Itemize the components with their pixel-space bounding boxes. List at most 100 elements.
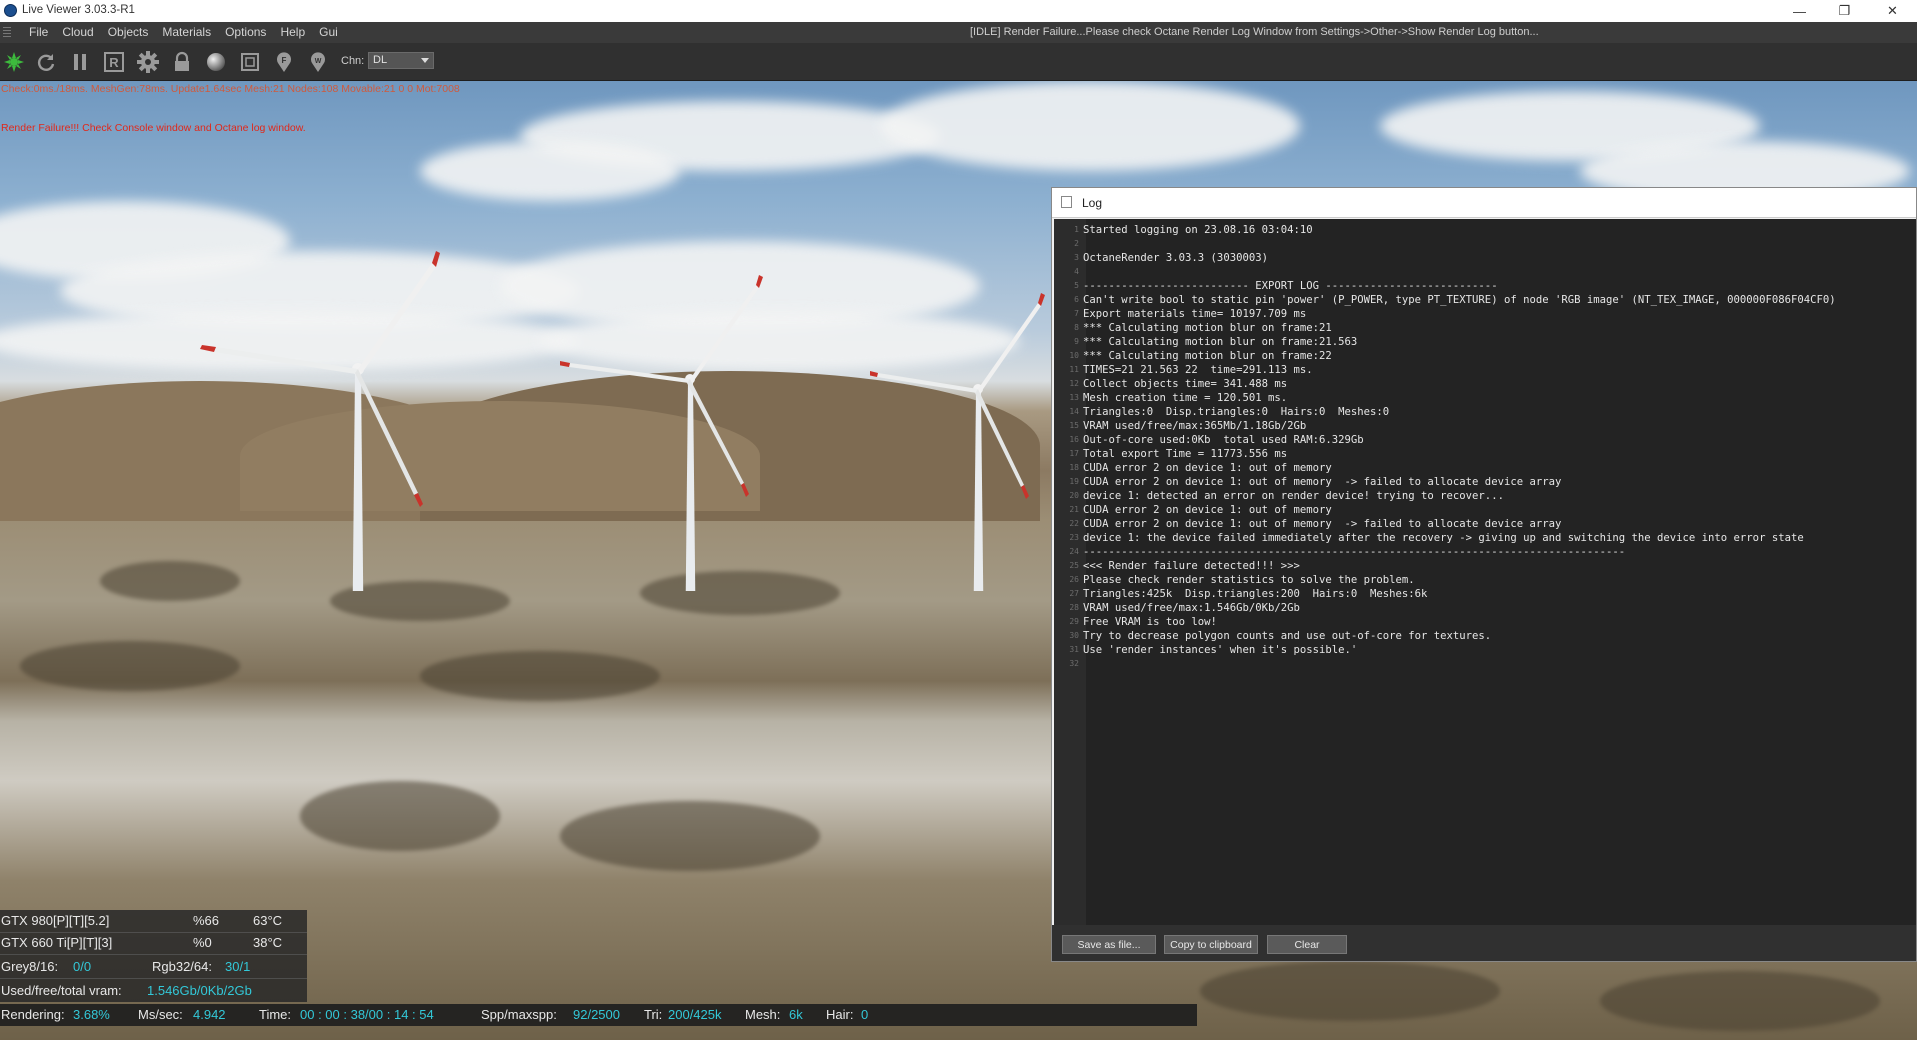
log-line-text: Total export Time = 11773.556 ms bbox=[1083, 448, 1288, 460]
toolbar: R F W Chn: DL bbox=[0, 43, 1917, 81]
log-line-text: Free VRAM is too low! bbox=[1083, 616, 1217, 628]
wind-turbine bbox=[200, 251, 440, 591]
copy-to-clipboard-button[interactable]: Copy to clipboard bbox=[1164, 935, 1258, 954]
log-line-text: *** Calculating motion blur on frame:22 bbox=[1083, 350, 1332, 362]
log-title: Log bbox=[1082, 196, 1103, 210]
log-line: 32 bbox=[1054, 657, 1836, 671]
mesh-value: 6k bbox=[789, 1007, 803, 1022]
clear-button[interactable]: Clear bbox=[1267, 935, 1347, 954]
log-line-text: CUDA error 2 on device 1: out of memory … bbox=[1083, 518, 1562, 530]
log-line: 27 Triangles:425k Disp.triangles:200 Hair… bbox=[1054, 587, 1836, 601]
line-number: 8 bbox=[1074, 323, 1079, 332]
log-line: 3 OctaneRender 3.03.3 (3030003) bbox=[1054, 251, 1836, 265]
document-icon bbox=[1061, 196, 1072, 208]
log-line-text: device 1: detected an error on render de… bbox=[1083, 490, 1504, 502]
log-text-area[interactable]: 1 Started logging on 23.08.16 03:04:10 2 3 O… bbox=[1054, 219, 1916, 925]
line-number: 25 bbox=[1069, 561, 1079, 570]
log-line-text: CUDA error 2 on device 1: out of memory bbox=[1083, 462, 1332, 474]
line-number: 6 bbox=[1074, 295, 1079, 304]
channel-select[interactable]: DL bbox=[368, 52, 434, 69]
menu-file[interactable]: File bbox=[22, 25, 55, 39]
status-message: [IDLE] Render Failure...Please check Oct… bbox=[970, 26, 1539, 38]
material-ball-icon[interactable] bbox=[204, 50, 228, 74]
pause-icon[interactable] bbox=[68, 50, 92, 74]
menu-materials[interactable]: Materials bbox=[155, 25, 218, 39]
title-bar: Live Viewer 3.03.3-R1 — ❐ ✕ bbox=[0, 0, 1917, 22]
gpu-utilization: %66 bbox=[193, 913, 220, 928]
rgb-label: Rgb32/64: bbox=[152, 959, 212, 974]
line-number: 31 bbox=[1069, 645, 1079, 654]
region-render-icon[interactable]: R bbox=[102, 50, 126, 74]
pick-white-balance-icon[interactable]: W bbox=[306, 50, 330, 74]
wind-turbine bbox=[560, 275, 763, 591]
log-line: 5 -------------------------- EXPORT LOG -… bbox=[1054, 279, 1836, 293]
vram-label: Used/free/total vram: bbox=[1, 983, 122, 998]
log-line-text: <<< Render failure detected!!! >>> bbox=[1083, 560, 1300, 572]
log-line: 17 Total export Time = 11773.556 ms bbox=[1054, 447, 1836, 461]
line-number: 28 bbox=[1069, 603, 1079, 612]
minimize-button[interactable]: — bbox=[1777, 0, 1822, 22]
gpu-temperature: 63°C bbox=[253, 913, 283, 928]
log-line: 1 Started logging on 23.08.16 03:04:10 bbox=[1054, 223, 1836, 237]
log-line-text: Try to decrease polygon counts and use o… bbox=[1083, 630, 1492, 642]
log-line-text: Use 'render instances' when it's possibl… bbox=[1083, 644, 1358, 656]
log-line-text: Export materials time= 10197.709 ms bbox=[1083, 308, 1307, 320]
log-line-text: VRAM used/free/max:1.546Gb/0Kb/2Gb bbox=[1083, 602, 1300, 614]
log-line-text: Triangles:425k Disp.triangles:200 Hairs:… bbox=[1083, 588, 1428, 600]
gpu-stats-panel: GTX 980[P][T][5.2] %66 63°C GTX 660 Ti[P… bbox=[0, 910, 307, 1002]
menu-gui[interactable]: Gui bbox=[312, 25, 345, 39]
grip-handle-icon bbox=[3, 27, 11, 38]
log-line: 19 CUDA error 2 on device 1: out of memor… bbox=[1054, 475, 1836, 489]
log-line-text: Started logging on 23.08.16 03:04:10 bbox=[1083, 224, 1313, 236]
shrub bbox=[420, 651, 660, 701]
menu-cloud[interactable]: Cloud bbox=[55, 25, 100, 39]
clay-mode-icon[interactable] bbox=[238, 50, 262, 74]
line-number: 15 bbox=[1069, 421, 1079, 430]
line-number: 20 bbox=[1069, 491, 1079, 500]
svg-text:F: F bbox=[282, 56, 287, 65]
line-number: 13 bbox=[1069, 393, 1079, 402]
refresh-icon[interactable] bbox=[34, 50, 58, 74]
log-line: 6 Can't write bool to static pin 'power' … bbox=[1054, 293, 1835, 307]
gpu-row: GTX 660 Ti[P][T][3] %0 38°C bbox=[0, 932, 307, 955]
line-number: 2 bbox=[1074, 239, 1079, 248]
log-line: 28 VRAM used/free/max:1.546Gb/0Kb/2Gb bbox=[1054, 601, 1836, 615]
close-button[interactable]: ✕ bbox=[1870, 0, 1915, 22]
line-number: 16 bbox=[1069, 435, 1079, 444]
log-line: 16 Out-of-core used:0Kb total used RAM:6.… bbox=[1054, 433, 1836, 447]
line-number: 32 bbox=[1069, 659, 1079, 668]
gpu-row: GTX 980[P][T][5.2] %66 63°C bbox=[0, 910, 307, 933]
octane-logo-icon[interactable] bbox=[2, 50, 26, 74]
log-line: 29 Free VRAM is too low! bbox=[1054, 615, 1836, 629]
log-window: Log 1 Started logging on 23.08.16 03:04:1… bbox=[1051, 187, 1917, 962]
line-number: 10 bbox=[1069, 351, 1079, 360]
restore-button[interactable]: ❐ bbox=[1822, 0, 1867, 22]
lock-icon[interactable] bbox=[170, 50, 194, 74]
menu-help[interactable]: Help bbox=[273, 25, 312, 39]
log-line: 22 CUDA error 2 on device 1: out of memor… bbox=[1054, 517, 1836, 531]
chevron-down-icon bbox=[421, 58, 429, 63]
line-number: 11 bbox=[1069, 365, 1079, 374]
gpu-name: GTX 980[P][T][5.2] bbox=[1, 913, 110, 928]
log-line: 12 Collect objects time= 341.488 ms bbox=[1054, 377, 1836, 391]
save-as-file-button[interactable]: Save as file... bbox=[1062, 935, 1156, 954]
log-line: 4 bbox=[1054, 265, 1836, 279]
log-header[interactable]: Log bbox=[1052, 188, 1916, 218]
wind-turbine bbox=[870, 293, 1045, 591]
menu-objects[interactable]: Objects bbox=[101, 25, 156, 39]
menu-options[interactable]: Options bbox=[218, 25, 273, 39]
hair-label: Hair: bbox=[826, 1007, 854, 1022]
hair-value: 0 bbox=[861, 1007, 869, 1022]
line-number: 9 bbox=[1074, 337, 1079, 346]
spp-value: 92/2500 bbox=[573, 1007, 620, 1022]
spp-label: Spp/maxspp: bbox=[481, 1007, 557, 1022]
line-number: 19 bbox=[1069, 477, 1079, 486]
log-line: 25 <<< Render failure detected!!! >>> bbox=[1054, 559, 1836, 573]
channel-value: DL bbox=[373, 54, 388, 66]
pick-focus-icon[interactable]: F bbox=[272, 50, 296, 74]
line-number: 23 bbox=[1069, 533, 1079, 542]
settings-gear-icon[interactable] bbox=[136, 50, 160, 74]
log-line: 11 TIMES=21 21.563 22 time=291.113 ms. bbox=[1054, 363, 1836, 377]
rendering-label: Rendering: bbox=[1, 1007, 65, 1022]
vram-stats-row: Used/free/total vram: 1.546Gb/0Kb/2Gb bbox=[0, 980, 307, 1002]
